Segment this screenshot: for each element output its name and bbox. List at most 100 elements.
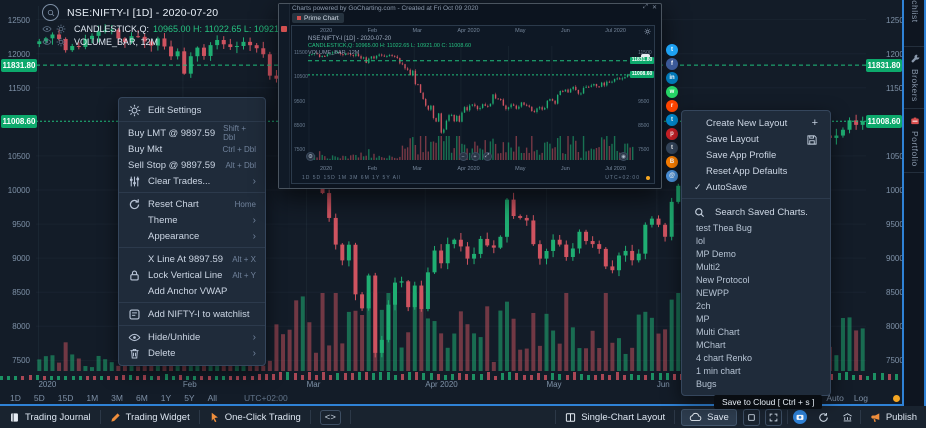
saved-chart-item[interactable]: MP	[682, 313, 830, 326]
popup-window-icon[interactable]: ✕	[652, 4, 657, 11]
submenu-chevron-icon: ›	[245, 348, 256, 359]
share-facebook-button[interactable]: f	[666, 58, 678, 70]
symbol-search-icon[interactable]	[42, 4, 59, 21]
save-menu-item-reset-app-defaults[interactable]: Reset App Defaults	[682, 163, 830, 179]
toolbar-pointer-button[interactable]: One-Click Trading	[200, 406, 310, 428]
context-menu-item-delete[interactable]: Delete›	[119, 345, 265, 361]
volume-settings-icon[interactable]	[56, 37, 66, 47]
menu-item-label: Clear Trades...	[148, 176, 210, 187]
saved-chart-item[interactable]: Multi Chart	[682, 326, 830, 339]
context-menu-item-buy-lmt-9897-59[interactable]: Buy LMT @ 9897.59Shift + Dbl	[119, 125, 265, 141]
exchange-button[interactable]	[841, 410, 855, 424]
toolbar-pencil-button[interactable]: Trading Widget	[101, 406, 199, 428]
scrubber-bar	[573, 372, 576, 381]
save-menu-item-save-layout[interactable]: Save Layout	[682, 131, 830, 147]
context-menu-item-buy-mkt[interactable]: Buy MktCtrl + Dbl	[119, 141, 265, 157]
saved-chart-item[interactable]: test Thea Bug	[682, 222, 830, 235]
popup-price-label: 8500	[294, 123, 308, 129]
saved-charts-search[interactable]	[682, 202, 830, 222]
context-menu-item-edit-settings[interactable]: Edit Settings	[119, 102, 265, 118]
popup-title-icons[interactable]: ⤢✕	[643, 4, 657, 11]
share-blogger-button[interactable]: B	[666, 156, 678, 168]
popup-gear-icon[interactable]	[644, 28, 651, 35]
timeframe-button-1y[interactable]: 1Y	[161, 393, 171, 403]
context-menu-item-x-line-at-9897-59[interactable]: X Line At 9897.59Alt + X	[119, 251, 265, 267]
saved-chart-item[interactable]: 4 chart Renko	[682, 352, 830, 365]
timeframe-button-6m[interactable]: 6M	[136, 393, 148, 403]
saved-chart-item[interactable]: New Protocol	[682, 274, 830, 287]
share-telegram-button[interactable]: t	[666, 114, 678, 126]
log-scale-toggle[interactable]: Log	[854, 393, 868, 403]
context-menu-item-clear-trades[interactable]: Clear Trades...›	[119, 173, 265, 189]
share-linkedin-button[interactable]: in	[666, 72, 678, 84]
timeframe-button-5d[interactable]: 5D	[34, 393, 45, 403]
popup-zoom-button[interactable]: +	[471, 152, 480, 161]
timezone-label[interactable]: UTC+02:00	[244, 393, 288, 403]
timeframe-button-5y[interactable]: 5Y	[184, 393, 194, 403]
visibility-icon[interactable]	[42, 37, 52, 47]
saved-chart-item[interactable]: MChart	[682, 339, 830, 352]
context-menu-item-lock-vertical-line[interactable]: Lock Vertical LineAlt + Y	[119, 267, 265, 283]
saved-chart-item[interactable]: 2ch	[682, 300, 830, 313]
saved-charts-search-input[interactable]	[713, 206, 827, 219]
save-menu-item-autosave[interactable]: ✓AutoSave	[682, 179, 830, 195]
single-chart-layout-button[interactable]: Single-Chart Layout	[556, 406, 674, 428]
scrubber-bar	[336, 373, 339, 380]
timeframe-button-all[interactable]: All	[208, 393, 217, 403]
share-pinterest-button[interactable]: p	[666, 128, 678, 140]
timeframe-button-15d[interactable]: 15D	[58, 393, 74, 403]
popup-settings-control[interactable]: ⚙	[306, 152, 315, 161]
publish-button[interactable]: Publish	[861, 406, 926, 428]
context-menu-item-appearance[interactable]: Appearance›	[119, 228, 265, 244]
saved-chart-item[interactable]: 1 min chart	[682, 365, 830, 378]
toolbar-journal-button[interactable]: Trading Journal	[0, 406, 100, 428]
popup-tab-prime-chart[interactable]: Prime Chart	[292, 13, 344, 23]
popup-time-axis-top: 2020FebMarApr 2020MayJunJul 2020	[320, 28, 626, 34]
timeframe-button-1d[interactable]: 1D	[10, 393, 21, 403]
context-menu-item-add-anchor-vwap[interactable]: Add Anchor VWAP	[119, 283, 265, 299]
price-badge: 11008.60	[1, 115, 37, 128]
save-menu-item-save-app-profile[interactable]: Save App Profile	[682, 147, 830, 163]
share-twitter-button[interactable]: t	[666, 44, 678, 56]
series-settings-icon[interactable]	[56, 24, 66, 34]
share-whatsapp-button[interactable]: w	[666, 86, 678, 98]
save-button[interactable]: Save	[681, 409, 737, 426]
popup-camera-control[interactable]: ◉	[619, 152, 628, 161]
floppy-icon	[806, 133, 818, 145]
saved-chart-item[interactable]: MP Demo	[682, 248, 830, 261]
sidebar-tab-portfolio[interactable]: Portfolio	[904, 109, 926, 174]
wrench-icon	[910, 54, 920, 64]
context-menu-item-add-nifty-i-to-watchlist[interactable]: Add NIFTY-I to watchlist	[119, 306, 265, 322]
saved-chart-preview-popup[interactable]: Charts powered by GoCharting.com - Creat…	[278, 3, 662, 189]
visibility-icon[interactable]	[42, 24, 52, 34]
refresh-button[interactable]	[817, 410, 831, 424]
context-menu-item-sell-stop-9897-59[interactable]: Sell Stop @ 9897.59Alt + Dbl	[119, 157, 265, 173]
refresh-icon	[818, 412, 829, 423]
popup-zoom-button[interactable]: −	[459, 152, 468, 161]
timeframe-button-1m[interactable]: 1M	[86, 393, 98, 403]
screenshot-button[interactable]	[743, 409, 760, 426]
saved-chart-item[interactable]: Bugs	[682, 378, 830, 391]
saved-chart-item[interactable]: lol	[682, 235, 830, 248]
fullscreen-button[interactable]	[765, 409, 782, 426]
popup-zoom-controls[interactable]: −+⤢	[459, 152, 492, 161]
share-buttons-column: tfinwrtptB@	[666, 44, 678, 182]
timeframe-button-3m[interactable]: 3M	[111, 393, 123, 403]
camera-button[interactable]	[793, 410, 807, 424]
pencil-icon	[110, 412, 121, 423]
context-menu-item-hide-unhide[interactable]: Hide/Unhide›	[119, 329, 265, 345]
context-menu-item-reset-chart[interactable]: Reset ChartHome	[119, 196, 265, 212]
popup-zoom-button[interactable]: ⤢	[483, 152, 492, 161]
share-email-button[interactable]: @	[666, 170, 678, 182]
symbol-title[interactable]: NSE:NIFTY-I [1D] - 2020-07-20	[67, 7, 218, 19]
saved-chart-item[interactable]: NEWPP	[682, 287, 830, 300]
save-menu-item-create-new-layout[interactable]: Create New Layout+	[682, 115, 830, 131]
saved-chart-item[interactable]: Multi2	[682, 261, 830, 274]
sidebar-tab-brokers[interactable]: Brokers	[904, 47, 926, 109]
toolbar-code-button[interactable]: <>	[311, 406, 350, 428]
sidebar-tab-watchlist[interactable]: Watchlist	[904, 0, 926, 47]
popup-window-icon[interactable]: ⤢	[643, 4, 648, 11]
share-reddit-button[interactable]: r	[666, 100, 678, 112]
context-menu-item-theme[interactable]: Theme›	[119, 212, 265, 228]
share-tumblr-button[interactable]: t	[666, 142, 678, 154]
